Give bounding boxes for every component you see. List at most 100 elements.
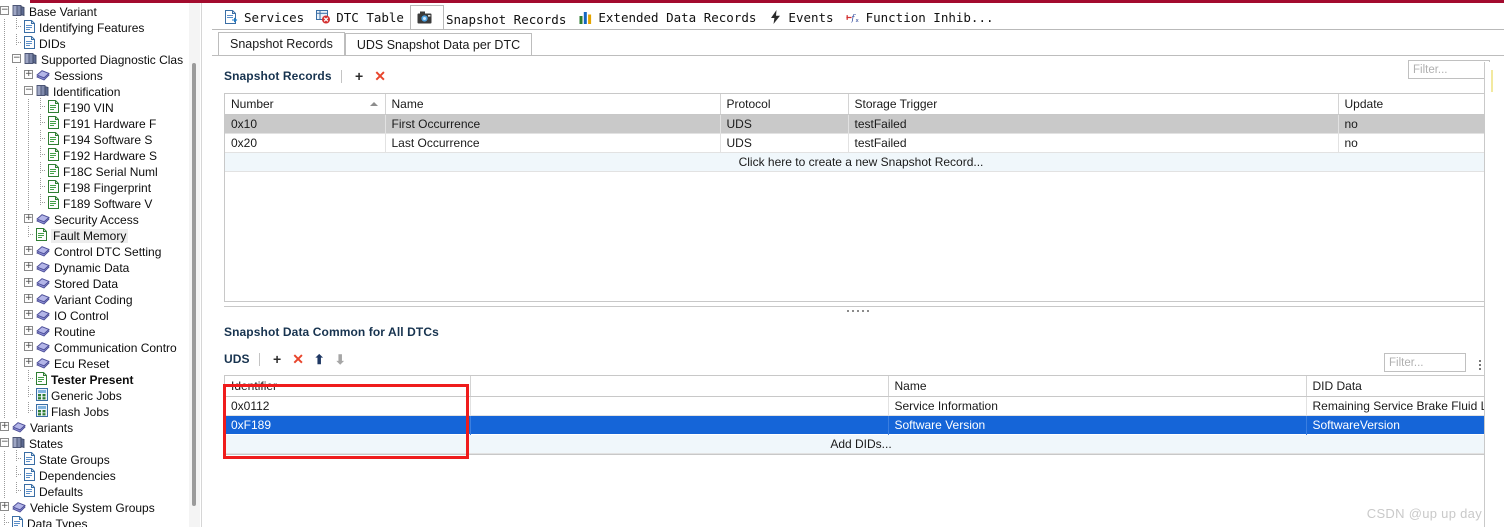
view-command-bar[interactable]: Services DTC Table Snapshot Records Extende… xyxy=(212,3,1504,30)
tree-item[interactable]: + Communication Contro xyxy=(0,339,196,355)
tree-expand-icon[interactable]: + xyxy=(24,326,33,336)
tree-vertical-scrollbar[interactable] xyxy=(189,3,200,527)
column-header-storage-trigger[interactable]: Storage Trigger xyxy=(848,94,1339,115)
tree-item[interactable]: Data Types xyxy=(0,514,196,527)
move-did-down-button[interactable]: ⬇ xyxy=(332,351,349,368)
table-row[interactable]: 0x0112 Service Information Remaining Servi… xyxy=(225,396,1491,416)
tree-item[interactable]: − States xyxy=(0,435,196,451)
tab-snapshot-records[interactable]: Snapshot Records xyxy=(218,32,345,56)
snapshot-records-table[interactable]: Number Name Protocol Storage Trigger Update 0… xyxy=(225,94,1491,172)
command-extended-data-records[interactable]: Extended Data Records xyxy=(572,6,762,30)
panel-splitter[interactable] xyxy=(201,3,202,527)
tree-item[interactable]: DIDs xyxy=(0,34,196,51)
kebab-menu-icon[interactable] xyxy=(1476,357,1484,373)
command-services[interactable]: Services xyxy=(218,5,310,29)
tree-item[interactable]: Tester Present xyxy=(0,370,196,387)
tree-item[interactable]: F192 Hardware S xyxy=(0,146,196,163)
cell-name[interactable]: Software Version xyxy=(888,414,1307,435)
tree-item[interactable]: Flash Jobs xyxy=(0,402,196,419)
tree-expand-icon[interactable]: + xyxy=(24,310,33,320)
tree-expand-icon[interactable]: + xyxy=(24,294,33,304)
tree-item[interactable]: − Identification xyxy=(0,83,196,99)
snapshot-common-grid[interactable]: Identifier Name DID Data 0x0112 Service Info… xyxy=(224,375,1492,455)
new-record-row[interactable]: Click here to create a new Snapshot Reco… xyxy=(225,152,1491,172)
tree-item[interactable]: + Vehicle System Groups xyxy=(0,499,196,515)
tree-item[interactable]: Defaults xyxy=(0,482,196,499)
tree-collapse-icon[interactable]: − xyxy=(0,438,9,448)
tree-item[interactable]: Identifying Features xyxy=(0,18,196,35)
cell-did-data[interactable]: Remaining Service Brake Fluid Life, Rema… xyxy=(1306,396,1491,416)
cell-identifier[interactable]: 0xF189 xyxy=(225,414,471,435)
column-header-number[interactable]: Number xyxy=(225,94,386,115)
tree-item[interactable]: F190 VIN xyxy=(0,98,196,115)
tree-item[interactable]: F18C Serial Numl xyxy=(0,162,196,179)
command-snapshot-records[interactable] xyxy=(409,5,444,30)
tree-item[interactable]: + Variants xyxy=(0,419,196,435)
cell-did-data[interactable]: SoftwareVersion xyxy=(1306,414,1491,435)
cell-number[interactable]: 0x10 xyxy=(225,114,386,134)
tree-expand-icon[interactable]: + xyxy=(24,262,33,272)
tree-item[interactable]: − Supported Diagnostic Clas xyxy=(0,51,196,67)
cell-update[interactable]: no xyxy=(1338,133,1491,153)
tree-item[interactable]: Dependencies xyxy=(0,466,196,483)
cell-storage-trigger[interactable]: testFailed xyxy=(848,133,1339,153)
tree-item[interactable]: + Dynamic Data xyxy=(0,259,196,275)
delete-did-button[interactable]: ✕ xyxy=(290,351,307,368)
tree-item[interactable]: Generic Jobs xyxy=(0,386,196,403)
command-dtc-table[interactable]: DTC Table xyxy=(310,5,410,29)
table-row[interactable]: 0xF189 Software Version SoftwareVersion xyxy=(225,414,1491,435)
snapshot-records-filter[interactable] xyxy=(1408,60,1504,79)
column-header-update[interactable]: Update xyxy=(1338,94,1491,115)
cell-name[interactable]: Service Information xyxy=(888,396,1307,416)
tree-item[interactable]: F189 Software V xyxy=(0,194,196,211)
docked-side-panel-sliver[interactable] xyxy=(1484,62,1504,527)
tab-uds-snapshot-data-per-dtc[interactable]: UDS Snapshot Data per DTC xyxy=(344,33,533,56)
add-dids-row[interactable]: Add DIDs... xyxy=(225,434,1491,454)
tree-item[interactable]: + Ecu Reset xyxy=(0,355,196,371)
snapshot-common-filter[interactable] xyxy=(1384,353,1504,372)
tree-item[interactable]: − Base Variant xyxy=(0,3,196,19)
project-tree-panel[interactable]: − Base Variant Identifying Features DIDs − Su… xyxy=(0,3,196,527)
command-events[interactable]: Events xyxy=(762,5,839,29)
cell-protocol[interactable]: UDS xyxy=(720,114,849,134)
tree-expand-icon[interactable]: + xyxy=(24,278,33,288)
tree-item[interactable]: + Control DTC Setting xyxy=(0,243,196,259)
cell-storage-trigger[interactable]: testFailed xyxy=(848,114,1339,134)
table-row[interactable]: 0x10 First Occurrence UDS testFailed no xyxy=(225,114,1491,134)
section-splitter[interactable] xyxy=(224,306,1492,319)
tree-item[interactable]: + Routine xyxy=(0,323,196,339)
tree-item[interactable]: F194 Software S xyxy=(0,130,196,147)
tab-strip[interactable]: Snapshot Records UDS Snapshot Data per DT… xyxy=(212,32,1504,56)
tree-item[interactable]: F198 Fingerprint xyxy=(0,178,196,195)
add-did-button[interactable]: + xyxy=(269,351,286,368)
add-snapshot-record-button[interactable]: + xyxy=(351,68,368,85)
delete-snapshot-record-button[interactable]: ✕ xyxy=(372,68,389,85)
tree-item[interactable]: + Stored Data xyxy=(0,275,196,291)
cell-update[interactable]: no xyxy=(1338,114,1491,134)
tree-expand-icon[interactable]: + xyxy=(24,246,33,256)
cell-number[interactable]: 0x20 xyxy=(225,133,386,153)
column-header-identifier[interactable]: Identifier xyxy=(225,376,471,397)
tree-item[interactable]: + Variant Coding xyxy=(0,291,196,307)
cell-identifier[interactable]: 0x0112 xyxy=(225,396,471,416)
column-header-did-data[interactable]: DID Data xyxy=(1306,376,1491,397)
tree-expand-icon[interactable]: + xyxy=(24,70,33,80)
snapshot-common-table[interactable]: Identifier Name DID Data 0x0112 Service Info… xyxy=(225,376,1491,454)
column-header-protocol[interactable]: Protocol xyxy=(720,94,849,115)
move-did-up-button[interactable]: ⬆ xyxy=(311,351,328,368)
tree-expand-icon[interactable]: + xyxy=(24,214,33,224)
tree-expand-icon[interactable]: + xyxy=(24,358,33,368)
column-header-blank[interactable] xyxy=(470,376,889,397)
column-header-name[interactable]: Name xyxy=(385,94,721,115)
tree-collapse-icon[interactable]: − xyxy=(12,54,21,64)
command-function-inhib[interactable]: f x Function Inhib... xyxy=(840,6,1000,30)
tree-expand-icon[interactable]: + xyxy=(0,502,9,512)
tree-item[interactable]: + IO Control xyxy=(0,307,196,323)
tree-item[interactable]: State Groups xyxy=(0,450,196,467)
cell-name[interactable]: Last Occurrence xyxy=(385,133,721,153)
cell-name[interactable]: First Occurrence xyxy=(385,114,721,134)
table-row[interactable]: 0x20 Last Occurrence UDS testFailed no xyxy=(225,133,1491,153)
cell-blank[interactable] xyxy=(470,414,889,435)
new-record-hint[interactable]: Click here to create a new Snapshot Reco… xyxy=(225,152,1491,172)
tree-item[interactable]: + Security Access xyxy=(0,211,196,227)
